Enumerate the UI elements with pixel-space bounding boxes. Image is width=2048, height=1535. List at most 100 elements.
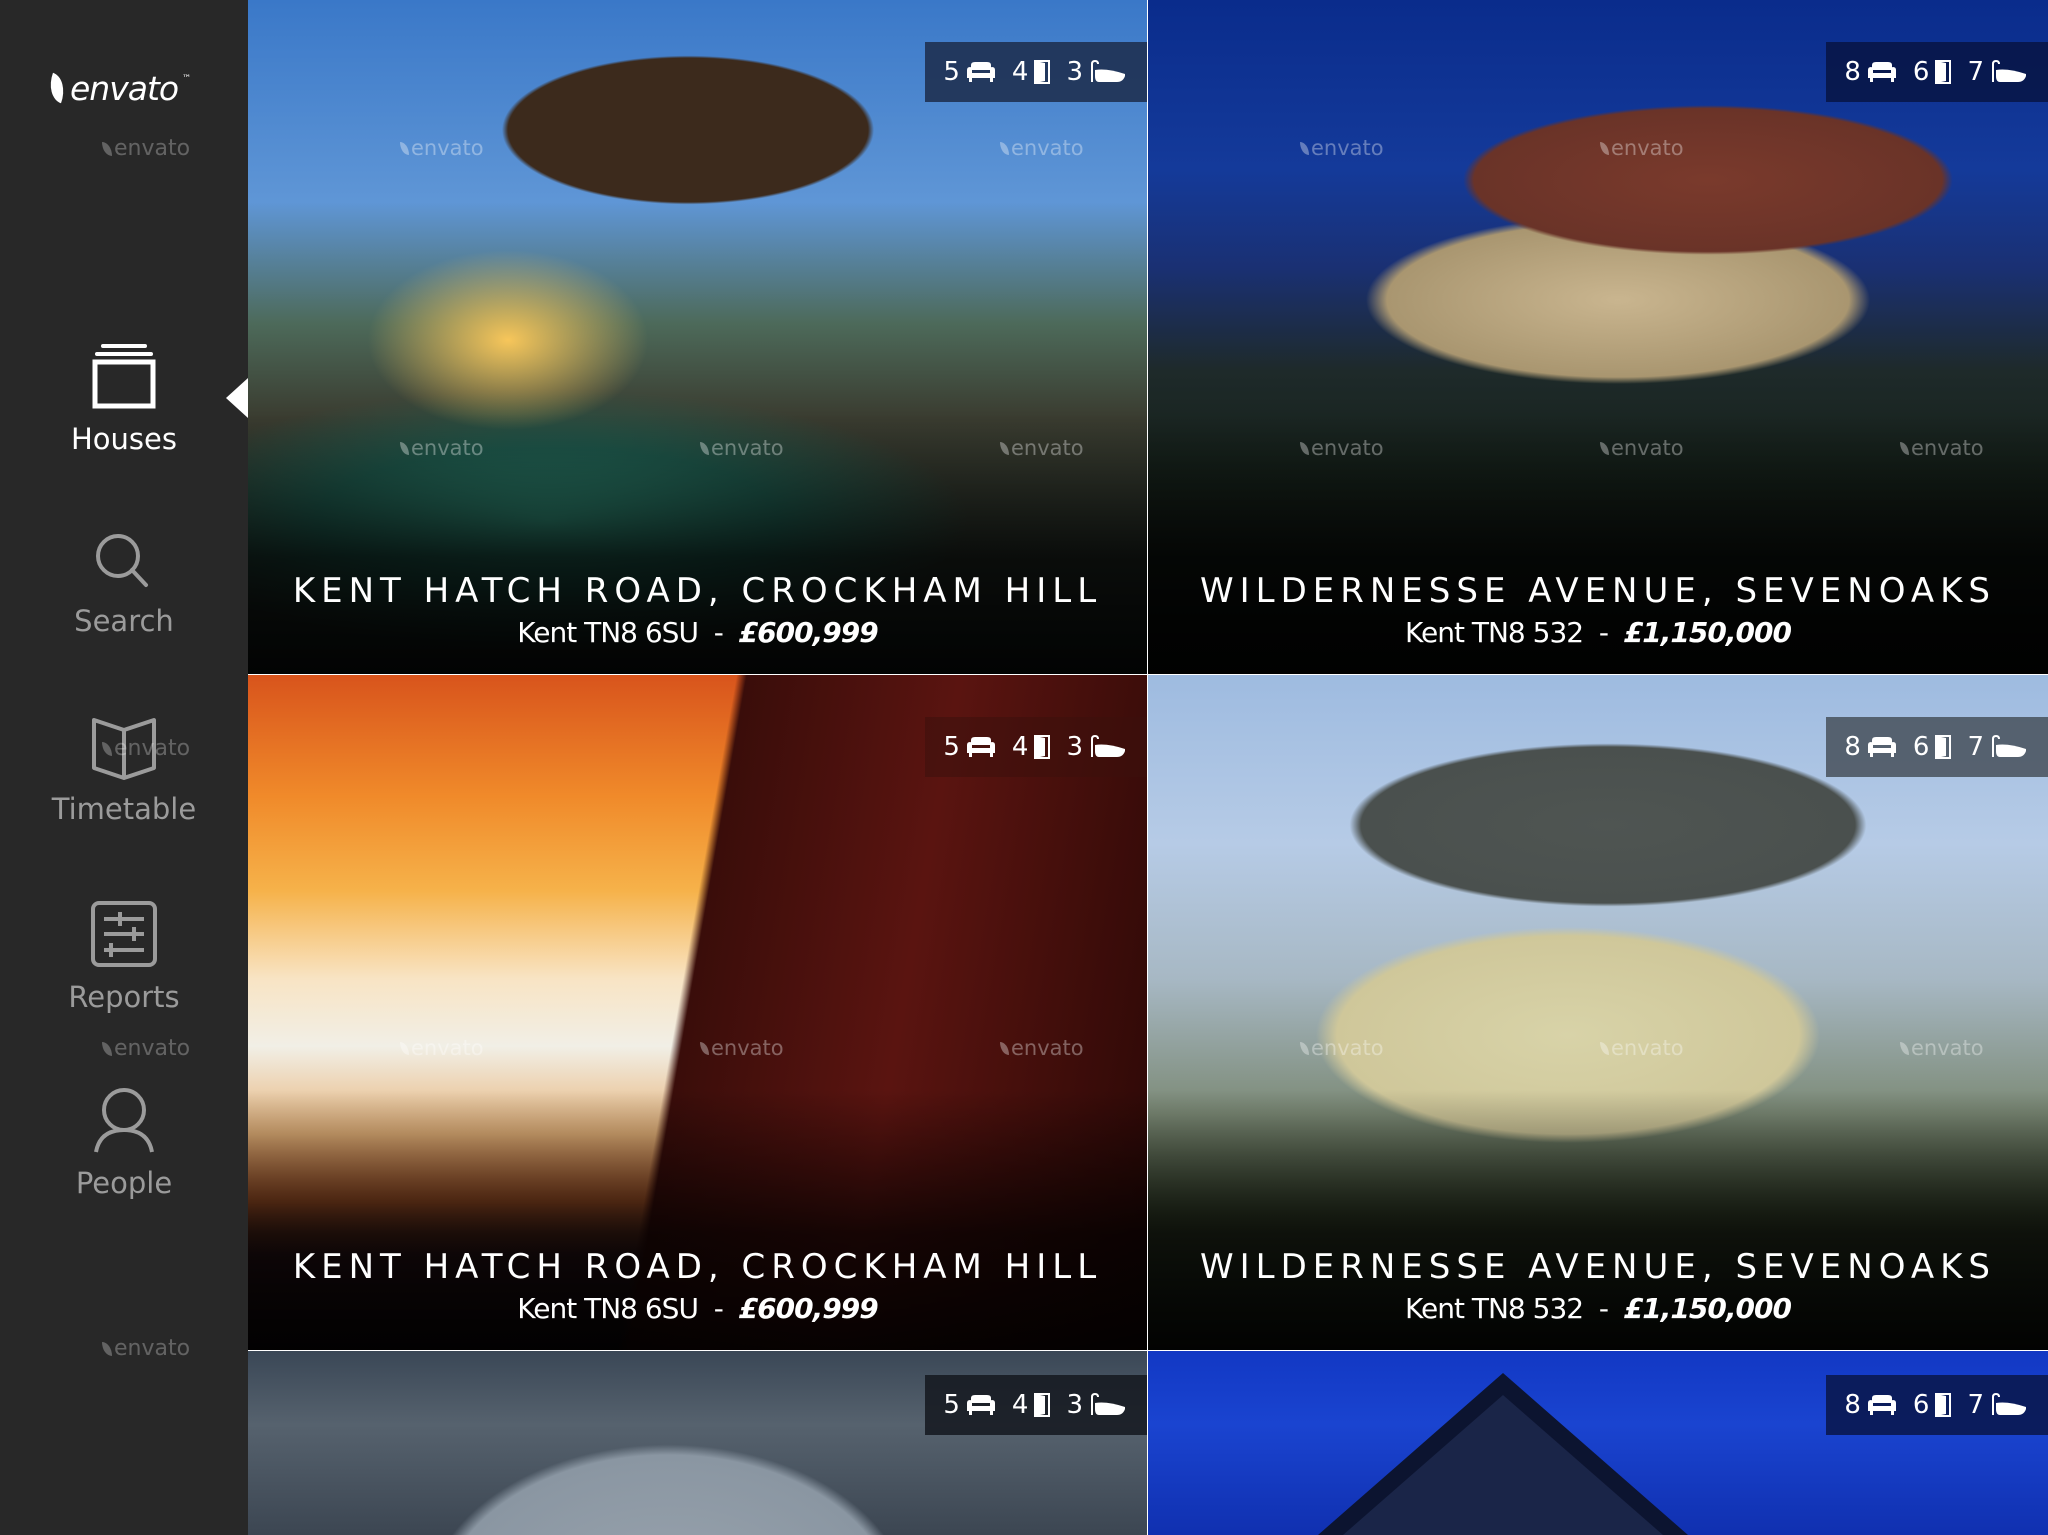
- separator: -: [1598, 1292, 1609, 1325]
- listing-location: Kent TN8 532: [1405, 1292, 1584, 1325]
- bathrooms-count: 3: [1066, 57, 1083, 87]
- bathtub-icon: [1992, 60, 2026, 82]
- sidebar-item-label: Timetable: [51, 792, 197, 826]
- person-icon: [94, 1088, 154, 1153]
- rooms-count: 6: [1912, 57, 1930, 87]
- listing-card[interactable]: 8 6 7 WILDERNESSE AVENUE, SEVENOAKS Kent…: [1148, 675, 2048, 1350]
- listing-location: Kent TN8 6SU: [517, 616, 699, 649]
- listing-price: £600,999: [738, 616, 879, 649]
- door-icon: [1034, 1393, 1051, 1417]
- separator: -: [713, 1292, 724, 1325]
- listing-location: Kent TN8 6SU: [517, 1292, 699, 1325]
- bathtub-icon: [1091, 60, 1125, 82]
- bathtub-icon: [1992, 735, 2026, 757]
- door-icon: [1034, 735, 1051, 759]
- rooms-count: 4: [1011, 732, 1029, 762]
- sidebar-item-houses[interactable]: Houses: [0, 340, 248, 456]
- listing-subtitle: Kent TN8 6SU - £600,999: [248, 614, 1147, 652]
- listing-subtitle: Kent TN8 6SU - £600,999: [248, 1290, 1147, 1328]
- sofa-icon: [1867, 1395, 1896, 1415]
- sidebar-item-label: People: [75, 1166, 173, 1200]
- living-rooms-count: 5: [943, 1390, 960, 1420]
- bathrooms-count: 3: [1066, 732, 1083, 762]
- logo-text: envato: [70, 68, 179, 108]
- amenities-badge: 5 4 3: [925, 42, 1147, 102]
- listing-location: Kent TN8 532: [1405, 616, 1584, 649]
- listing-title: WILDERNESSE AVENUE, SEVENOAKS: [1199, 1247, 1997, 1287]
- listing-caption: WILDERNESSE AVENUE, SEVENOAKS Kent TN8 5…: [1148, 1246, 2048, 1328]
- bathrooms-count: 7: [1967, 732, 1984, 762]
- bathrooms-count: 7: [1967, 57, 1984, 87]
- sofa-icon: [1867, 737, 1896, 757]
- amenities-badge: 5 4 3: [925, 1375, 1147, 1435]
- door-icon: [1935, 1393, 1952, 1417]
- sofa-icon: [966, 737, 995, 757]
- bathtub-icon: [1091, 1393, 1125, 1415]
- sofa-icon: [1867, 62, 1896, 82]
- active-indicator: [226, 378, 248, 418]
- listing-subtitle: Kent TN8 532 - £1,150,000: [1148, 1290, 2048, 1328]
- rooms-count: 4: [1011, 1390, 1029, 1420]
- listing-subtitle: Kent TN8 532 - £1,150,000: [1148, 614, 2048, 652]
- sidebar-item-search[interactable]: Search: [0, 532, 248, 638]
- sidebar-item-people[interactable]: People: [0, 1088, 248, 1200]
- rooms-count: 6: [1912, 1390, 1930, 1420]
- sidebar-item-label: Houses: [71, 422, 177, 456]
- door-icon: [1935, 60, 1952, 84]
- bathrooms-count: 7: [1967, 1390, 1984, 1420]
- listing-title: KENT HATCH ROAD, CROCKHAM HILL: [292, 571, 1103, 611]
- living-rooms-count: 8: [1844, 732, 1861, 762]
- leaf-icon: [102, 1341, 112, 1356]
- leaf-icon: [102, 141, 112, 156]
- sliders-icon: [91, 901, 157, 967]
- door-icon: [1034, 60, 1051, 84]
- listing-price: £1,150,000: [1623, 616, 1792, 649]
- rooms-count: 4: [1011, 57, 1029, 87]
- amenities-badge: 8 6 7: [1826, 717, 2048, 777]
- sidebar-item-label: Reports: [68, 980, 180, 1014]
- leaf-icon: [102, 1041, 112, 1056]
- listing-card[interactable]: 8 6 7: [1148, 1351, 2048, 1535]
- amenities-badge: 5 4 3: [925, 717, 1147, 777]
- watermark: envato: [102, 1036, 190, 1061]
- listing-title: KENT HATCH ROAD, CROCKHAM HILL: [292, 1247, 1103, 1287]
- listing-card[interactable]: 5 4 3 KENT HATCH ROAD, CROCKHAM HILL Ken…: [248, 0, 1147, 674]
- sidebar-item-timetable[interactable]: Timetable: [0, 716, 248, 826]
- sofa-icon: [966, 1395, 995, 1415]
- trademark: ™: [182, 74, 191, 84]
- rooms-count: 6: [1912, 732, 1930, 762]
- leaf-icon: [44, 72, 70, 104]
- living-rooms-count: 8: [1844, 57, 1861, 87]
- living-rooms-count: 5: [943, 732, 960, 762]
- bathrooms-count: 3: [1066, 1390, 1083, 1420]
- door-icon: [1935, 735, 1952, 759]
- separator: -: [713, 616, 724, 649]
- search-icon: [96, 534, 148, 587]
- separator: -: [1598, 616, 1609, 649]
- amenities-badge: 8 6 7: [1826, 1375, 2048, 1435]
- watermark: envato: [102, 136, 190, 161]
- envato-logo[interactable]: envato ™: [44, 68, 200, 108]
- listing-card[interactable]: 5 4 3 KENT HATCH ROAD, CROCKHAM HILL Ken…: [248, 675, 1147, 1350]
- listing-caption: KENT HATCH ROAD, CROCKHAM HILL Kent TN8 …: [248, 1246, 1147, 1328]
- living-rooms-count: 5: [943, 57, 960, 87]
- listing-card[interactable]: 5 4 3: [248, 1351, 1147, 1535]
- book-icon: [92, 718, 156, 780]
- stack-icon: [92, 344, 156, 409]
- sidebar-item-reports[interactable]: Reports: [0, 900, 248, 1014]
- listing-caption: WILDERNESSE AVENUE, SEVENOAKS Kent TN8 5…: [1148, 570, 2048, 652]
- listing-card[interactable]: 8 6 7 WILDERNESSE AVENUE, SEVENOAKS Kent…: [1148, 0, 2048, 674]
- sidebar-item-label: Search: [74, 604, 174, 638]
- listings-grid: 5 4 3 KENT HATCH ROAD, CROCKHAM HILL Ken…: [248, 0, 2048, 1535]
- living-rooms-count: 8: [1844, 1390, 1861, 1420]
- listing-caption: KENT HATCH ROAD, CROCKHAM HILL Kent TN8 …: [248, 570, 1147, 652]
- bathtub-icon: [1091, 735, 1125, 757]
- sofa-icon: [966, 62, 995, 82]
- bathtub-icon: [1992, 1393, 2026, 1415]
- listing-price: £1,150,000: [1623, 1292, 1792, 1325]
- watermark: envato: [102, 1336, 190, 1361]
- sidebar: envato ™ envato Houses Search Timetable …: [0, 0, 248, 1535]
- listing-title: WILDERNESSE AVENUE, SEVENOAKS: [1199, 571, 1997, 611]
- amenities-badge: 8 6 7: [1826, 42, 2048, 102]
- listing-price: £600,999: [738, 1292, 879, 1325]
